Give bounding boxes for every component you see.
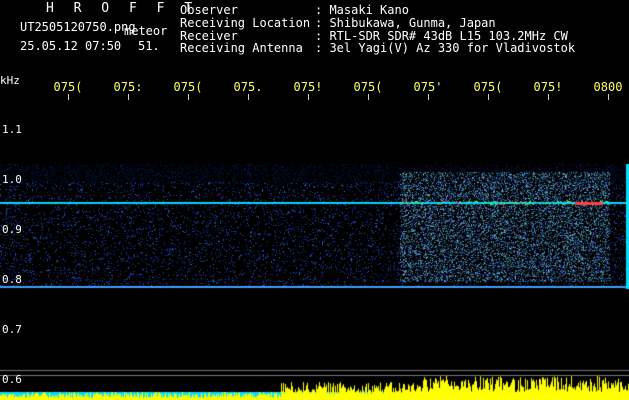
y-label-0-6: 0.6 [2, 373, 22, 386]
image-filename: UT2505120750.png [20, 20, 136, 34]
observer-value: : Masaki Kano [315, 3, 409, 17]
time-tick [188, 94, 189, 100]
y-label-0-7: 0.7 [2, 323, 22, 336]
time-tick [428, 94, 429, 100]
time-label-10: 0800 [593, 80, 623, 94]
time-label-5: 075! [293, 80, 323, 94]
y-label-0-9: 0.9 [2, 223, 22, 236]
app-title: H R O F F T [46, 1, 199, 16]
antenna-label: Receiving Antenna [180, 41, 303, 56]
location-label: Receiving Location [180, 15, 311, 30]
station-info: Observer : Masaki Kano Receiving Locatio… [180, 4, 575, 55]
antenna-row: Receiving Antenna : 3el Yagi(V) Az 330 f… [180, 42, 575, 55]
time-label-3: 075( [173, 80, 203, 94]
y-label-1-0: 1.0 [2, 173, 22, 186]
time-tick [608, 94, 609, 100]
observer-label: Observer [180, 3, 238, 17]
time-tick [548, 94, 549, 100]
observer-row: Observer : Masaki Kano [180, 4, 575, 17]
time-label-9: 075! [533, 80, 563, 94]
header: H R O F F T UT2505120750.png meteor 25.0… [0, 0, 629, 64]
y-axis-unit: kHz [0, 74, 20, 87]
time-label-6: 075( [353, 80, 383, 94]
time-tick [128, 94, 129, 100]
location-row: Receiving Location : Shibukawa, Gunma, J… [180, 15, 575, 30]
time-label-7: 075' [413, 80, 443, 94]
time-tick [248, 94, 249, 100]
meteor-count: 51. [138, 39, 160, 53]
time-tick [488, 94, 489, 100]
spectrogram-panel: kHz 1.1 1.0 0.9 0.8 0.7 0.6 075( 075: 07… [0, 64, 629, 400]
time-label-4: 075. [233, 80, 263, 94]
time-tick [68, 94, 69, 100]
antenna-value: : 3el Yagi(V) Az 330 for Vladivostok [315, 41, 576, 56]
date-time: 25.05.12 07:50 [20, 39, 122, 53]
spectrogram-canvas [0, 64, 629, 400]
time-label-8: 075( [473, 80, 503, 94]
time-label-1: 075( [53, 80, 83, 94]
y-label-1-1: 1.1 [2, 123, 22, 136]
time-tick [308, 94, 309, 100]
location-value: : Shibukawa, Gunma, Japan [315, 15, 496, 30]
time-label-2: 075: [113, 80, 143, 94]
meteor-label: meteor [124, 24, 168, 38]
y-label-0-8: 0.8 [2, 273, 22, 286]
time-tick [368, 94, 369, 100]
